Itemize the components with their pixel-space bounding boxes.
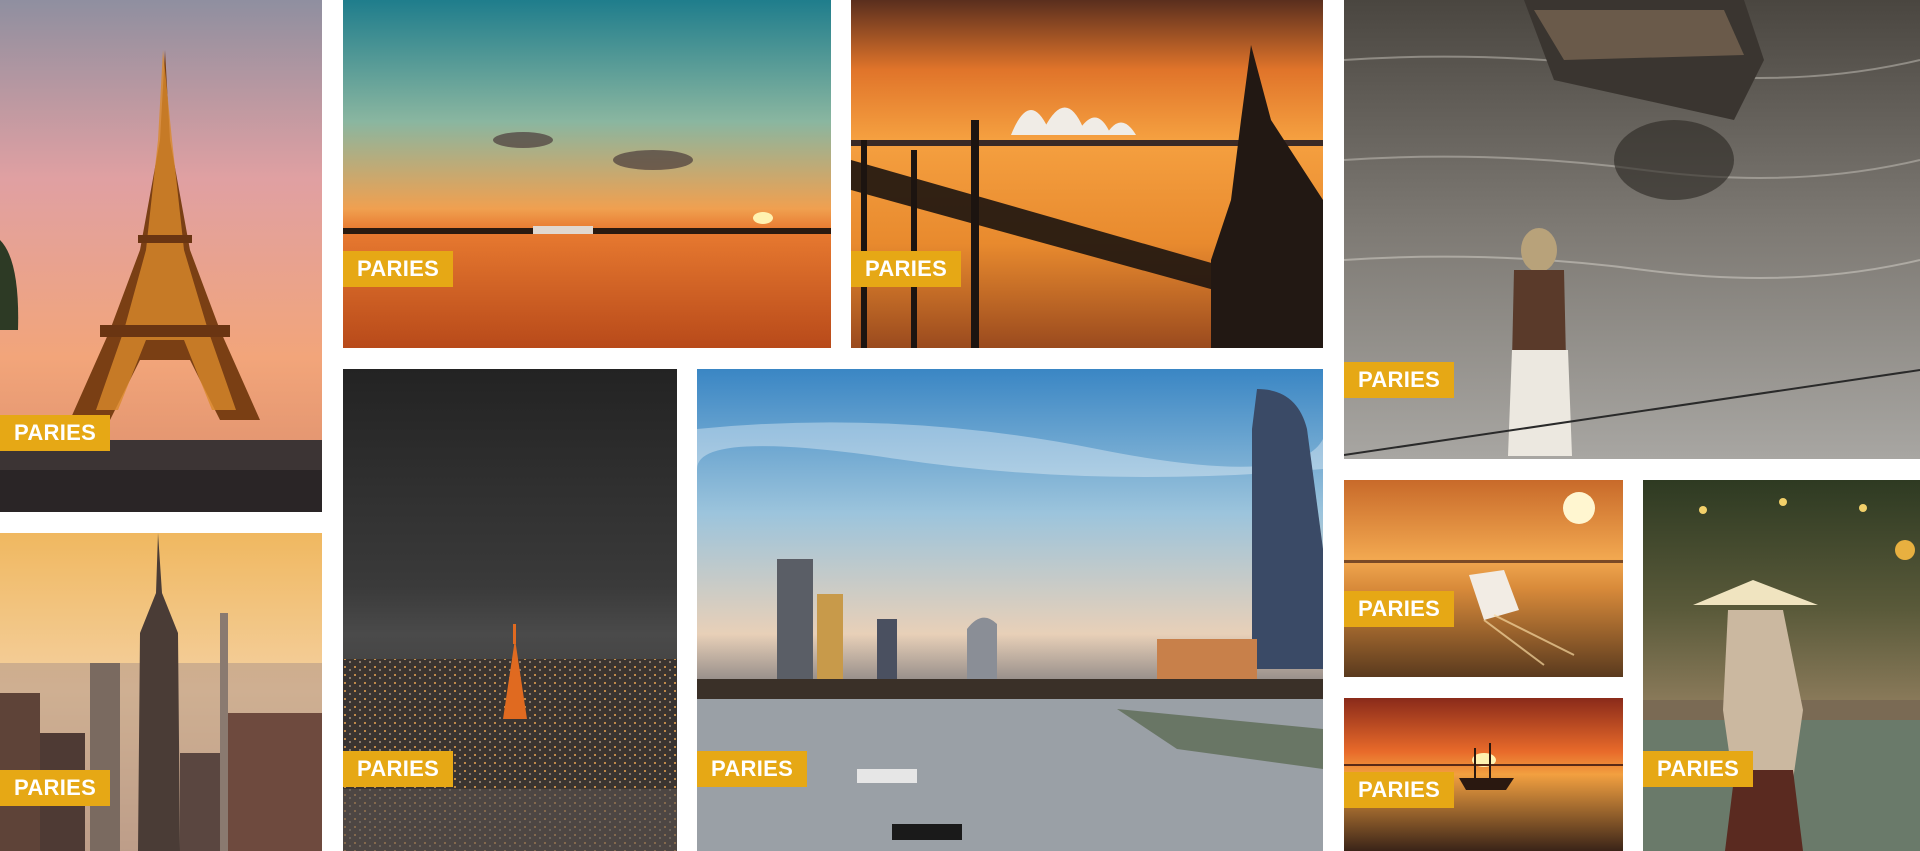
gallery-tile-nyc[interactable]: PARIES [0, 533, 322, 851]
tile-label-ship[interactable]: PARIES [1344, 772, 1455, 808]
gallery-tile-ship[interactable]: PARIES [1344, 698, 1623, 851]
gallery-tile-eiffel[interactable]: PARIES [0, 0, 322, 512]
hoian-woman-photo [1643, 480, 1920, 851]
gallery-tile-cruise[interactable]: PARIES [1344, 480, 1623, 677]
tile-label-hoian[interactable]: PARIES [1643, 751, 1754, 787]
beach-sunset-photo [343, 0, 831, 348]
gallery-tile-hoian[interactable]: PARIES [1643, 480, 1920, 851]
tile-label-beach[interactable]: PARIES [343, 251, 454, 287]
tile-label-eiffel[interactable]: PARIES [0, 415, 111, 451]
gallery-tile-river[interactable]: PARIES [1344, 0, 1920, 459]
tile-label-tokyo[interactable]: PARIES [343, 751, 454, 787]
tile-label-cruise[interactable]: PARIES [1344, 591, 1455, 627]
gallery-tile-sydney[interactable]: PARIES [851, 0, 1323, 348]
tile-label-london[interactable]: PARIES [697, 751, 808, 787]
tile-label-river[interactable]: PARIES [1344, 362, 1455, 398]
sydney-opera-house-photo [851, 0, 1323, 348]
tile-label-nyc[interactable]: PARIES [0, 770, 111, 806]
gallery-tile-tokyo[interactable]: PARIES [343, 369, 677, 851]
tile-label-sydney[interactable]: PARIES [851, 251, 962, 287]
gallery-tile-beach[interactable]: PARIES [343, 0, 831, 348]
gallery-tile-london[interactable]: PARIES [697, 369, 1323, 851]
cruise-ship-photo [1344, 480, 1623, 677]
